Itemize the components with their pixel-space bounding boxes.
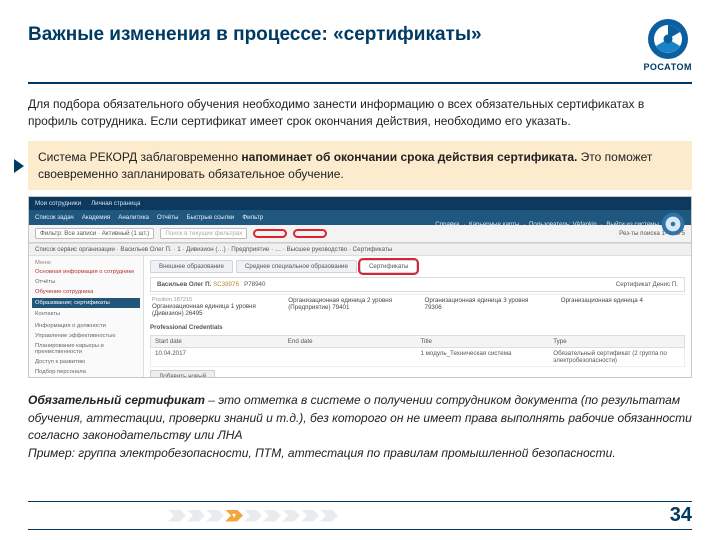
rosatom-mini-icon: [661, 212, 685, 236]
toolbar-analytics[interactable]: Аналитика: [118, 214, 149, 221]
chevron-step: [320, 510, 338, 522]
definition-text: Обязательный сертификат – это отметка в …: [28, 392, 692, 462]
toolbar-academy[interactable]: Академия: [82, 214, 111, 221]
app-top-tabs: Мои сотрудники Личная страница: [29, 197, 691, 210]
sidebar-item-education[interactable]: Образование; сертификаты: [32, 298, 140, 308]
progress-chevrons: ▾: [168, 510, 338, 522]
sidebar-item-perf[interactable]: Управление эффективностью: [35, 332, 137, 340]
toolbar-reports[interactable]: Отчёты: [157, 214, 179, 221]
slide-footer: ▾ 34: [28, 501, 692, 530]
sidebar-item-dev[interactable]: Доступ к развитию: [35, 358, 137, 366]
callout-bold: напоминает об окончании срока действия с…: [241, 150, 577, 164]
brand-name: РОСАТОМ: [644, 62, 692, 72]
toolbar-user: Пользователь: VAfankin: [529, 221, 597, 228]
sidebar-item-reports[interactable]: Отчёты: [35, 278, 137, 286]
sidebar-item-position[interactable]: Информация о должности: [35, 322, 137, 330]
add-button[interactable]: Добавить новый: [150, 370, 215, 378]
cell-title: 1 модуль_Техническая система: [421, 350, 548, 364]
app-toolbar: Список задач Академия Аналитика Отчёты Б…: [29, 210, 691, 225]
slide-header: Важные изменения в процессе: «сертификат…: [28, 18, 692, 72]
sidebar-header: Меню: [35, 260, 137, 266]
cell-type: Обязательный сертификат (2 группа по эле…: [553, 350, 680, 364]
cell-end: [288, 350, 415, 364]
sidebar-item-contacts[interactable]: Контакты: [35, 310, 137, 318]
col-type: Type: [553, 338, 680, 345]
employee-pos: P78940: [244, 281, 265, 288]
toolbar-tasks[interactable]: Список задач: [35, 214, 74, 221]
credentials-heading: Professional Credentials: [150, 324, 685, 331]
breadcrumb: Список сервис организации · Васильев Оле…: [29, 243, 691, 256]
definition-lead: Обязательный сертификат: [28, 393, 205, 407]
chevron-step: [244, 510, 262, 522]
col-end: End date: [288, 338, 415, 345]
sidebar-item-training[interactable]: Обучение сотрудника: [35, 288, 137, 296]
embedded-screenshot: Мои сотрудники Личная страница Список за…: [28, 196, 692, 378]
page-title: Важные изменения в процессе: «сертификат…: [28, 24, 482, 46]
chevron-step: [168, 510, 186, 522]
highlight-ring-1: [253, 229, 287, 238]
col-start: Start date: [155, 338, 282, 345]
callout-box: Система РЕКОРД заблаговременно напоминае…: [28, 141, 692, 191]
toolbar-quicklinks[interactable]: Быстрые ссылки: [187, 214, 235, 221]
callout-prefix: Система РЕКОРД заблаговременно: [38, 150, 241, 164]
cred-table-header: Start date End date Title Type: [150, 335, 685, 348]
sidebar-item-info[interactable]: Основная информация о сотруднике: [35, 268, 137, 276]
intro-text: Для подбора обязательного обучения необх…: [28, 96, 692, 131]
toolbar-filter[interactable]: Фильтр: [242, 214, 263, 221]
tab-personal-page[interactable]: Личная страница: [91, 200, 140, 207]
highlight-ring-tab: [358, 258, 419, 275]
highlight-ring-2: [293, 229, 327, 238]
lvl1-value: Организационная единица 1 уровня (Дивизи…: [152, 303, 256, 317]
tab-certificates[interactable]: Сертификаты: [360, 260, 417, 273]
tab-my-employees[interactable]: Мои сотрудники: [35, 200, 81, 207]
lvl2-value: Организационная единица 2 уровня (Предпр…: [288, 297, 392, 311]
toolbar-logout[interactable]: Выйти из системы: [606, 221, 659, 228]
chevron-step-active: ▾: [225, 510, 243, 522]
chevron-step: [263, 510, 281, 522]
page-number: 34: [670, 504, 692, 527]
rosatom-icon: [647, 18, 689, 60]
chevron-step: [187, 510, 205, 522]
employee-manager: Сертификат Денис П.: [616, 281, 678, 288]
toolbar-careermaps[interactable]: Карьерные карты: [469, 221, 520, 228]
sidebar: Меню Основная информация о сотруднике От…: [29, 256, 144, 378]
org-row: Position 187215Организационная единица 1…: [150, 294, 685, 319]
tab-secondary-edu[interactable]: Среднее специальное образование: [236, 260, 357, 273]
col-title: Title: [421, 338, 548, 345]
tab-external-edu[interactable]: Внешнее образование: [150, 260, 233, 273]
employee-id: SC38976: [213, 281, 239, 288]
employee-name: Васильев Олег П.: [157, 281, 211, 288]
filter-pill[interactable]: Фильтр: Все записи · Активный (1 шт.): [35, 228, 154, 239]
inner-tabs: Внешнее образование Среднее специальное …: [150, 260, 685, 273]
definition-example: Пример: группа электробезопасности, ПТМ,…: [28, 446, 616, 460]
chevron-step: [301, 510, 319, 522]
cell-start: 10.04.2017: [155, 350, 282, 364]
header-divider: [28, 82, 692, 84]
toolbar-help[interactable]: Справка: [435, 221, 459, 228]
content-pane: Внешнее образование Среднее специальное …: [144, 256, 691, 378]
sidebar-item-recruit[interactable]: Подбор персонала: [35, 368, 137, 376]
search-input[interactable]: Поиск в текущих фильтрах: [160, 228, 247, 239]
lvl3-value: Организационная единица 3 уровня 79306: [425, 297, 529, 311]
chevron-step: [282, 510, 300, 522]
chevron-step: [206, 510, 224, 522]
brand-logo: РОСАТОМ: [644, 18, 692, 72]
sidebar-item-plan[interactable]: Планирование карьеры и преемственности: [35, 342, 137, 356]
table-row[interactable]: 10.04.2017 1 модуль_Техническая система …: [150, 348, 685, 367]
lvl4-value: Организационная единица 4: [561, 297, 643, 304]
